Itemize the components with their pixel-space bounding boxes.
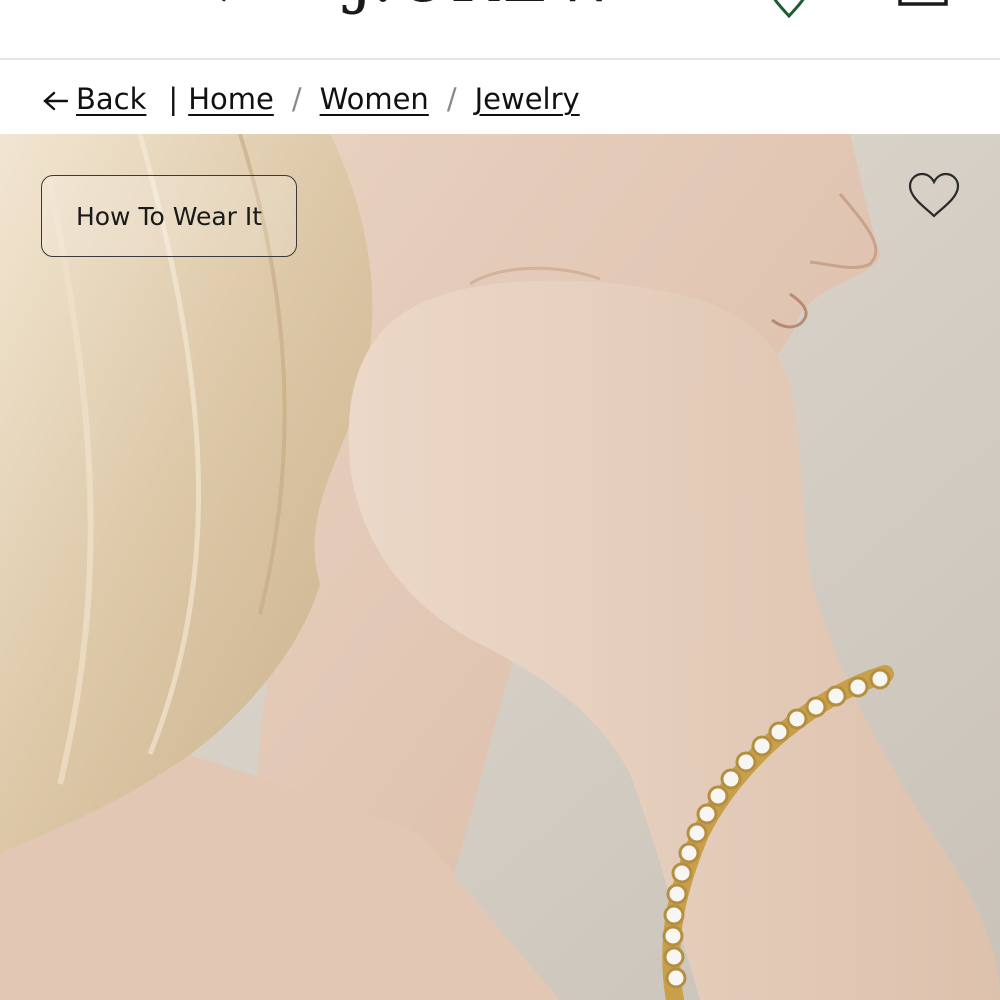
- breadcrumb-jewelry[interactable]: Jewelry: [475, 82, 580, 116]
- breadcrumb-separator: /: [446, 82, 457, 116]
- how-to-wear-it-button[interactable]: How To Wear It: [41, 175, 297, 257]
- product-hero-image[interactable]: [0, 134, 1000, 1000]
- heart-outline-icon[interactable]: [906, 172, 962, 220]
- menu-icon[interactable]: [210, 0, 240, 6]
- breadcrumb-home[interactable]: Home: [188, 82, 274, 116]
- site-header: J.CREW: [0, 0, 1000, 58]
- back-link[interactable]: Back: [76, 82, 146, 116]
- breadcrumb-separator: /: [291, 82, 302, 116]
- product-page: J.CREW Back | Home / Women / Jewelry: [0, 0, 1000, 1000]
- shopping-bag-icon[interactable]: [896, 0, 950, 8]
- brand-logo[interactable]: J.CREW: [348, 0, 623, 12]
- breadcrumb-women[interactable]: Women: [320, 82, 429, 116]
- breadcrumb-divider: |: [168, 82, 179, 116]
- header-divider: [0, 58, 1000, 60]
- model-wearing-bracelet-illustration: [0, 134, 1000, 1000]
- arrow-left-icon[interactable]: [42, 90, 68, 112]
- heart-icon[interactable]: [766, 0, 812, 18]
- breadcrumb: Back | Home / Women / Jewelry: [42, 78, 580, 120]
